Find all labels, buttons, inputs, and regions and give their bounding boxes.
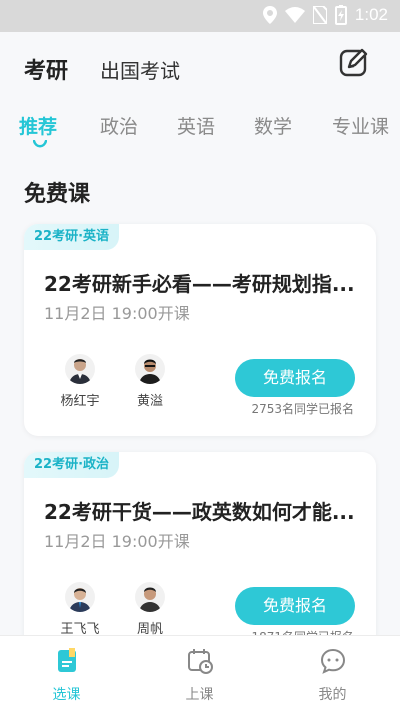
teacher-name: 黄溢 (136, 394, 163, 409)
signup-count: 2753名同学已报名 (251, 402, 354, 416)
course-tag: 22考研·政治 (24, 452, 120, 478)
book-icon (57, 648, 76, 672)
free-signup-button[interactable]: 免费报名 (235, 587, 355, 625)
tab-math[interactable]: 数学 (254, 112, 292, 139)
avatar (65, 582, 95, 612)
tab-politics[interactable]: 政治 (100, 112, 138, 139)
tab-major[interactable]: 专业课 (332, 112, 389, 139)
edit-icon[interactable] (338, 46, 370, 78)
teacher: 王飞飞 (50, 582, 110, 637)
bottom-nav: 选课 上课 我的 (0, 635, 400, 712)
avatar (65, 354, 95, 384)
nav-class[interactable]: 上课 (133, 636, 266, 712)
battery-icon (334, 5, 347, 25)
course-card[interactable]: 22考研·政治 22考研干货——政英数如何才能... 11月2日 19:00开课… (24, 452, 376, 664)
course-card[interactable]: 22考研·英语 22考研新手必看——考研规划指... 11月2日 19:00开课… (24, 224, 376, 436)
nav-select-course[interactable]: 选课 (0, 636, 133, 712)
teacher: 周帆 (120, 582, 180, 637)
course-tag: 22考研·英语 (24, 224, 120, 250)
active-tab-indicator (33, 140, 47, 148)
tab-english[interactable]: 英语 (177, 112, 215, 139)
nav-label: 选课 (52, 687, 81, 703)
course-time: 11月2日 19:00开课 (44, 304, 190, 323)
subject-tabs: 推荐 政治 英语 数学 专业课 (0, 104, 400, 154)
teacher: 黄溢 (120, 354, 180, 409)
tab-recommend[interactable]: 推荐 (19, 112, 57, 139)
calendar-clock-icon (187, 649, 213, 674)
course-title: 22考研新手必看——考研规划指... (44, 272, 355, 296)
status-bar: 1:02 (0, 0, 400, 32)
teacher: 杨红宇 (50, 354, 110, 409)
wifi-icon (284, 7, 305, 23)
nav-label: 我的 (318, 687, 347, 703)
chat-bubble-icon (320, 648, 345, 674)
course-title: 22考研干货——政英数如何才能... (44, 500, 355, 524)
nav-label: 上课 (185, 687, 214, 703)
avatar (135, 582, 165, 612)
tab-kaoyan[interactable]: 考研 (24, 53, 68, 85)
course-time: 11月2日 19:00开课 (44, 532, 190, 551)
teacher-name: 杨红宇 (60, 394, 100, 409)
top-header: 考研 出国考试 (0, 32, 400, 102)
status-time: 1:02 (354, 5, 388, 24)
avatar (135, 354, 165, 384)
location-icon (262, 6, 277, 24)
free-signup-button[interactable]: 免费报名 (235, 359, 355, 397)
nav-profile[interactable]: 我的 (266, 636, 399, 712)
tab-abroad-exam[interactable]: 出国考试 (100, 55, 180, 84)
no-sim-icon (312, 6, 327, 24)
section-title: 免费课 (24, 182, 91, 207)
